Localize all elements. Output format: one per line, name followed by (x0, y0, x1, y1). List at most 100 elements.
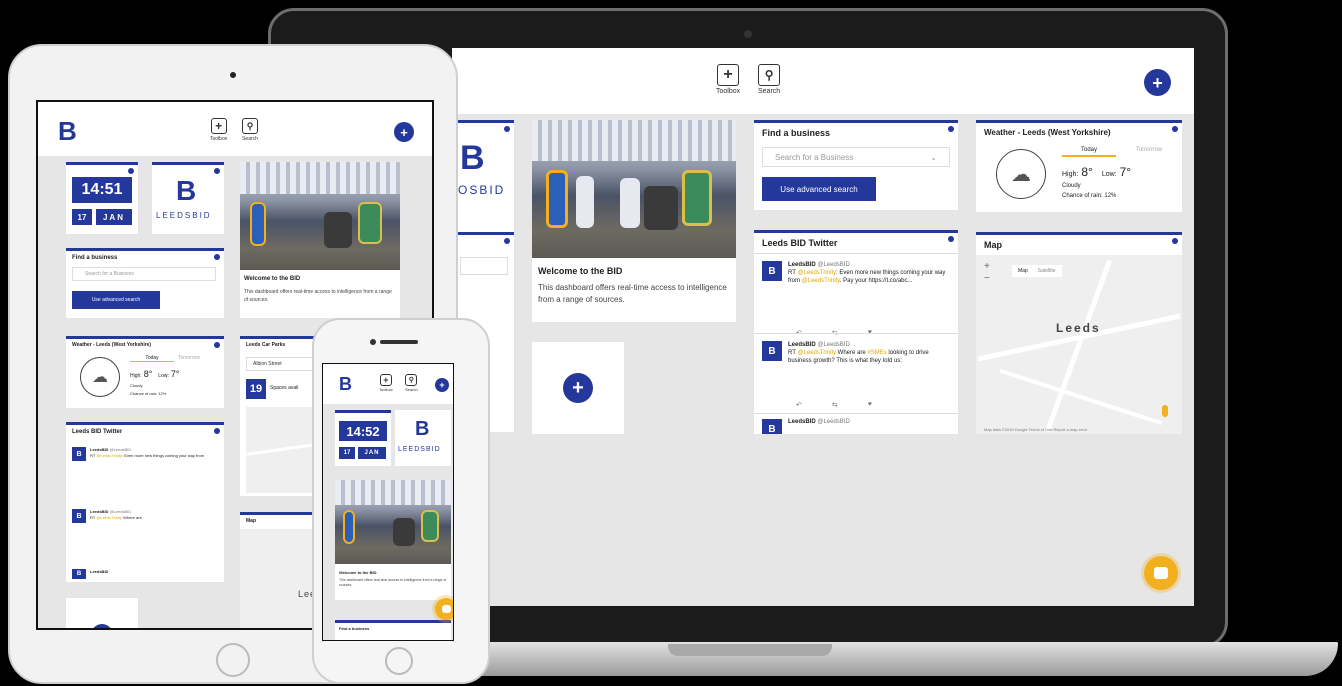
brand-logo: B (415, 418, 430, 440)
map-title: Map (984, 240, 1002, 250)
map-type-toggle[interactable]: Map Satellite (1012, 265, 1062, 277)
card-menu-dot[interactable] (214, 168, 220, 174)
map-title: Map (246, 518, 256, 524)
add-fab[interactable]: + (435, 378, 449, 392)
retweet-icon[interactable]: ⇆ (832, 401, 838, 409)
letter-sculpture (620, 178, 640, 228)
low-label: Low: (1101, 171, 1117, 178)
add-widget-card[interactable]: + (66, 598, 138, 628)
card-menu-dot[interactable] (504, 238, 510, 244)
map-zoom-controls[interactable]: + − (984, 261, 990, 285)
toolbox-button[interactable]: + Toolbox (716, 64, 740, 95)
tweet-mention[interactable]: @LeedsTrinity (96, 515, 122, 520)
clock-card: 14:52 17 JAN (335, 410, 391, 466)
pegman-icon[interactable] (1162, 405, 1168, 417)
chat-button[interactable] (435, 598, 453, 620)
card-menu-dot[interactable] (214, 428, 220, 434)
add-widget-card[interactable]: + (532, 342, 624, 434)
magnifier-icon: ⚲ (405, 374, 418, 386)
letter-l-sculpture (250, 202, 266, 246)
partial-input[interactable] (460, 257, 508, 275)
tab-tomorrow[interactable]: Tomorrow (178, 355, 200, 361)
toolbox-button[interactable]: + Toolbox (210, 118, 227, 142)
zoom-in-button[interactable]: + (984, 261, 990, 273)
map-type-satellite[interactable]: Satellite (1038, 268, 1056, 274)
tweet-mention[interactable]: @LeedsTrinity (96, 453, 122, 458)
tweet-handle: @LeedsBID (817, 419, 850, 425)
brand-logo[interactable]: B (58, 116, 77, 147)
twitter-card: Leeds BID Twitter B LeedsBID @LeedsBID R… (66, 422, 224, 582)
find-business-card: Find a business Search for a Business Us… (66, 248, 224, 318)
phone-home-button[interactable] (385, 647, 413, 675)
brand-name: LEEDSBID (156, 211, 212, 220)
welcome-card: Welcome to the BID This dashboard offers… (335, 480, 451, 600)
brand-logo[interactable]: B (339, 374, 352, 395)
laptop-notch (668, 644, 832, 656)
chat-bubble-icon (441, 605, 451, 613)
tweet-mention[interactable]: #SMEs (867, 350, 886, 356)
tab-today[interactable]: Today (130, 355, 174, 362)
tweet-handle: @LeedsBID (109, 447, 132, 452)
card-menu-dot[interactable] (1172, 238, 1178, 244)
business-search-placeholder: Search for a Business (85, 271, 134, 277)
chevron-down-icon: ⌄ (930, 152, 937, 162)
high-label: High: (1062, 171, 1079, 178)
tweet-mention[interactable]: @LeedsTrinity (802, 278, 840, 284)
brand-logo: B (176, 175, 197, 206)
tweet-mention[interactable]: @LeedsTrinity (797, 350, 836, 356)
tweet-body: LeedsBID @LeedsBID RT @LeedsTrinity Wher… (788, 341, 948, 365)
divider (754, 333, 958, 334)
map-type-map[interactable]: Map (1018, 268, 1028, 274)
cloud-icon: ☁ (996, 149, 1046, 199)
letter-l-sculpture (546, 170, 568, 228)
zoom-out-button[interactable]: − (984, 273, 990, 285)
map-view[interactable]: Leeds + − Map Satellite Map data ©2019 Goo… (976, 255, 1182, 434)
advanced-search-button[interactable]: Use advanced search (72, 291, 160, 309)
heart-icon[interactable]: ♥ (868, 401, 872, 409)
business-search-input[interactable]: Search for a Business ⌄ (762, 147, 950, 167)
chat-button[interactable] (1144, 556, 1178, 590)
clock-day: 17 (339, 447, 355, 459)
phone-screen: B + Toolbox ⚲ Search + 14:52 17 JAN B LE… (322, 363, 454, 641)
avatar: B (762, 341, 782, 361)
high-temp: 8° (1081, 165, 1093, 179)
search-button[interactable]: ⚲ Search (242, 118, 258, 142)
avatar: B (72, 509, 86, 523)
letter-sculpture (576, 176, 594, 228)
tab-today[interactable]: Today (1062, 147, 1116, 157)
toolbox-button[interactable]: + Toolbox (379, 374, 393, 392)
add-widget-button[interactable]: + (563, 373, 593, 403)
card-menu-dot[interactable] (128, 168, 134, 174)
brand-name: OSBID (458, 183, 506, 197)
business-search-input[interactable]: Search for a Business (72, 267, 216, 281)
tablet-home-button[interactable] (216, 643, 250, 677)
tweet-mention[interactable]: @LeedsTrinity (797, 270, 836, 276)
card-menu-dot[interactable] (1172, 126, 1178, 132)
welcome-image (532, 120, 736, 258)
tweet-handle: @LeedsBID (109, 509, 132, 514)
high-temp: 8° (143, 369, 153, 379)
letter-s-sculpture (421, 510, 439, 542)
add-fab[interactable]: + (1144, 69, 1171, 96)
card-menu-dot[interactable] (504, 126, 510, 132)
reply-icon[interactable]: ↶ (796, 401, 802, 409)
tab-tomorrow[interactable]: Tomorrow (1124, 147, 1174, 153)
card-menu-dot[interactable] (214, 342, 220, 348)
tweet-user: LeedsBID (90, 447, 109, 452)
advanced-search-button[interactable]: Use advanced search (762, 177, 876, 201)
add-widget-button[interactable]: + (91, 624, 113, 628)
search-button[interactable]: ⚲ Search (758, 64, 780, 95)
car-parks-title: Leeds Car Parks (246, 342, 286, 348)
weather-card: Weather - Leeds (West Yorkshire) ☁ Today… (66, 336, 224, 408)
low-temp: 7° (1119, 165, 1132, 179)
card-menu-dot[interactable] (948, 236, 954, 242)
clock-day: 17 (72, 209, 92, 225)
map-city-label: Leeds (1056, 321, 1101, 335)
tweet-body: LeedsBID (90, 569, 108, 574)
avatar: B (72, 569, 86, 579)
add-fab[interactable]: + (394, 122, 414, 142)
search-button[interactable]: ⚲ Search (405, 374, 418, 392)
card-menu-dot[interactable] (948, 126, 954, 132)
plus-square-icon: + (210, 118, 227, 134)
card-menu-dot[interactable] (214, 254, 220, 260)
